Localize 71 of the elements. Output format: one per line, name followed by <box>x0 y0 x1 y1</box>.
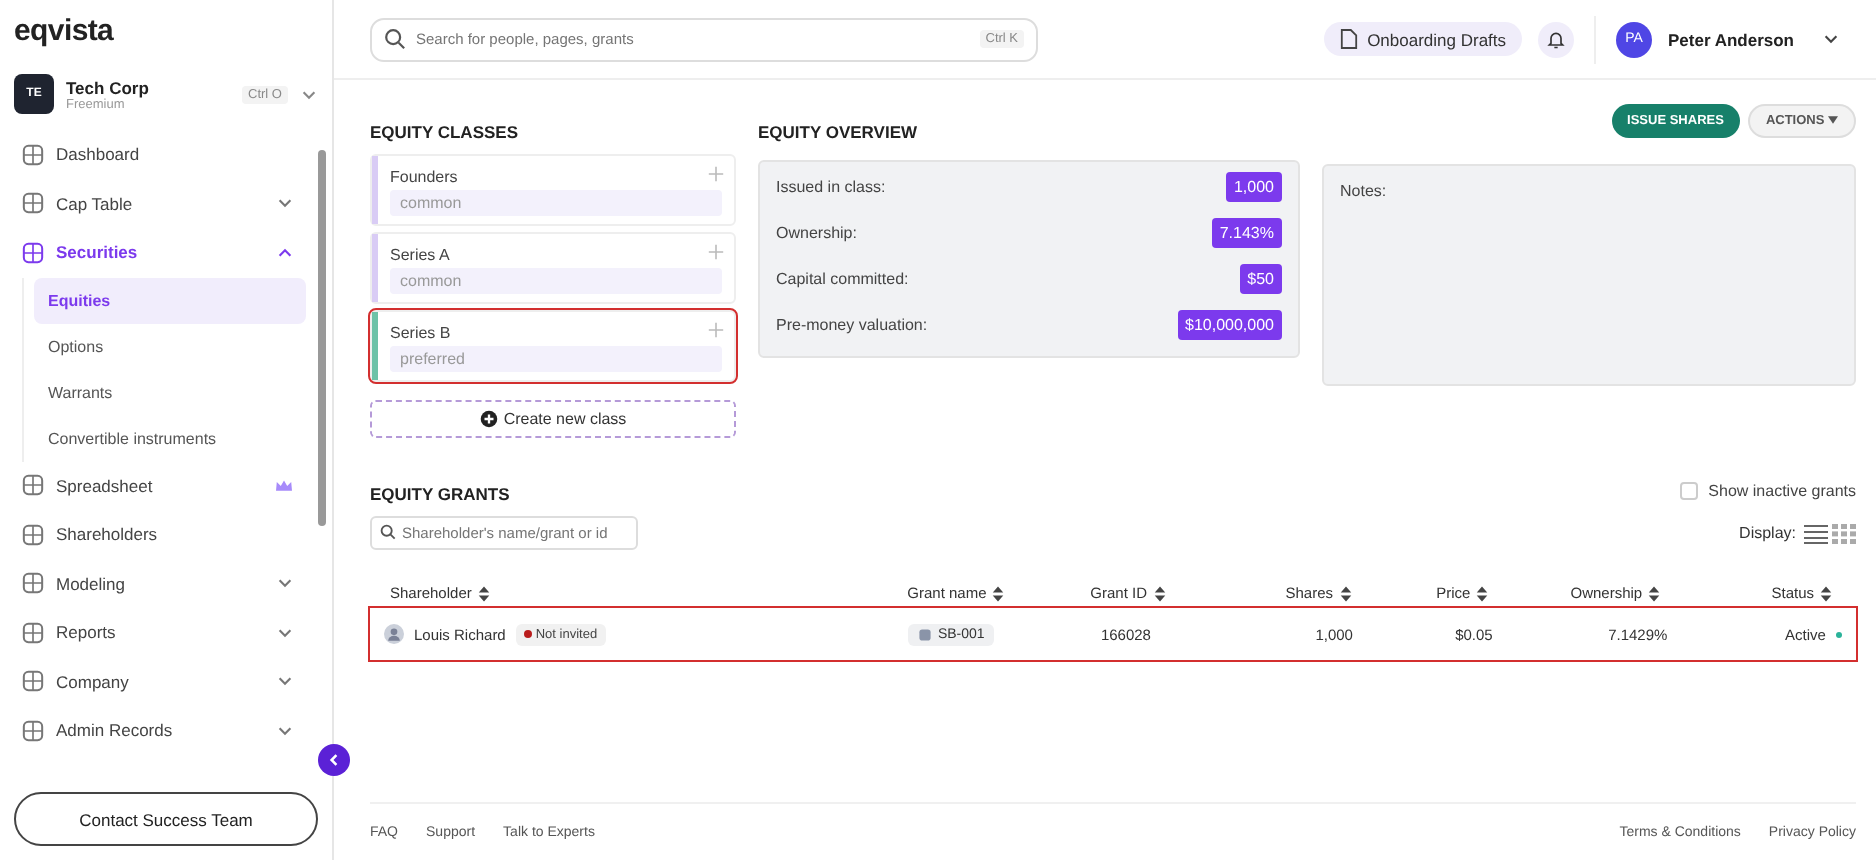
class-name: Founders <box>390 168 458 186</box>
sort-icon[interactable] <box>1476 585 1489 601</box>
checkbox[interactable] <box>1680 482 1699 500</box>
nav-item[interactable]: Modeling <box>14 559 306 608</box>
menu-icon <box>22 143 44 166</box>
checkbox-label[interactable]: Show inactive grants <box>1708 482 1856 500</box>
notes-label: Notes: <box>1340 182 1387 200</box>
menu-icon <box>22 241 44 264</box>
nav-item[interactable]: Company <box>14 657 306 706</box>
menu-icon <box>22 719 44 742</box>
submenu-item[interactable]: Convertible instruments <box>34 415 306 461</box>
menu-icon <box>22 572 44 595</box>
drafts-button[interactable]: Onboarding Drafts <box>1323 22 1523 56</box>
overview-value: $50 <box>1239 264 1282 294</box>
caret-down-icon <box>1828 116 1838 124</box>
company-name: Tech Corp <box>66 77 151 97</box>
section-title: EQUITY OVERVIEW <box>758 122 920 142</box>
class-type: common <box>390 268 722 294</box>
logo-text: eqvista <box>12 12 116 52</box>
contact-button[interactable]: Contact Success Team <box>14 792 318 846</box>
overview-label: Issued in class: <box>776 178 886 196</box>
overview-label: Pre-money valuation: <box>776 316 928 334</box>
sort-icon[interactable] <box>1339 585 1351 601</box>
class-type: common <box>390 190 722 216</box>
overview-value: 1,000 <box>1225 172 1282 202</box>
person-avatar-icon <box>384 624 404 644</box>
nav-item[interactable]: Admin Records <box>14 706 306 755</box>
overview-value: 7.143% <box>1211 218 1282 248</box>
menu-icon <box>22 474 44 497</box>
menu-icon <box>22 670 44 693</box>
nav-item[interactable]: Spreadsheet <box>14 461 306 510</box>
bell-icon <box>1546 29 1567 49</box>
class-name: Series A <box>390 246 450 264</box>
overview-value: $10,000,000 <box>1177 310 1282 340</box>
overview-label: Ownership: <box>776 224 857 242</box>
sort-icon[interactable] <box>477 585 490 601</box>
submenu-item[interactable]: Warrants <box>34 369 306 415</box>
section-title: EQUITY GRANTS <box>370 484 510 504</box>
section-title: EQUITY CLASSES <box>370 122 520 142</box>
display-label: Display: <box>1739 524 1796 542</box>
user-name[interactable]: Peter Anderson <box>1668 29 1794 49</box>
create-class-button[interactable]: Create new class <box>370 400 736 438</box>
submenu-item[interactable]: Options <box>34 323 306 369</box>
nav-item[interactable]: Securities <box>14 228 306 277</box>
notifications-button[interactable] <box>1538 21 1575 57</box>
search-icon <box>380 524 396 540</box>
plus-circle-icon <box>479 410 498 428</box>
overview-label: Capital committed: <box>776 270 909 288</box>
nav-item[interactable]: Shareholders <box>14 510 306 559</box>
search-icon <box>384 27 406 49</box>
sort-icon[interactable] <box>1153 585 1165 601</box>
class-type: preferred <box>390 346 722 372</box>
nav-item[interactable]: Dashboard <box>14 130 306 179</box>
chevron-down-icon[interactable] <box>1822 30 1840 48</box>
nav-item[interactable]: Cap Table <box>14 179 306 228</box>
class-card[interactable]: Series A common <box>370 232 736 304</box>
collapse-sidebar-button[interactable] <box>318 744 350 776</box>
list-view-icon[interactable] <box>1804 523 1828 543</box>
nav-item[interactable]: Reports <box>14 608 306 657</box>
menu-icon <box>22 621 44 644</box>
submenu-item[interactable]: Equities <box>34 277 306 323</box>
document-icon <box>1339 28 1358 50</box>
menu-icon <box>22 192 44 215</box>
class-card[interactable]: Founders common <box>370 154 736 226</box>
chevron-left-icon <box>326 752 342 768</box>
class-card[interactable]: Series B preferred <box>370 310 736 382</box>
class-name: Series B <box>390 324 451 342</box>
sort-icon[interactable] <box>992 585 1005 601</box>
sort-icon[interactable] <box>1648 585 1661 601</box>
menu-icon <box>22 523 44 546</box>
sort-icon[interactable] <box>1820 585 1832 601</box>
